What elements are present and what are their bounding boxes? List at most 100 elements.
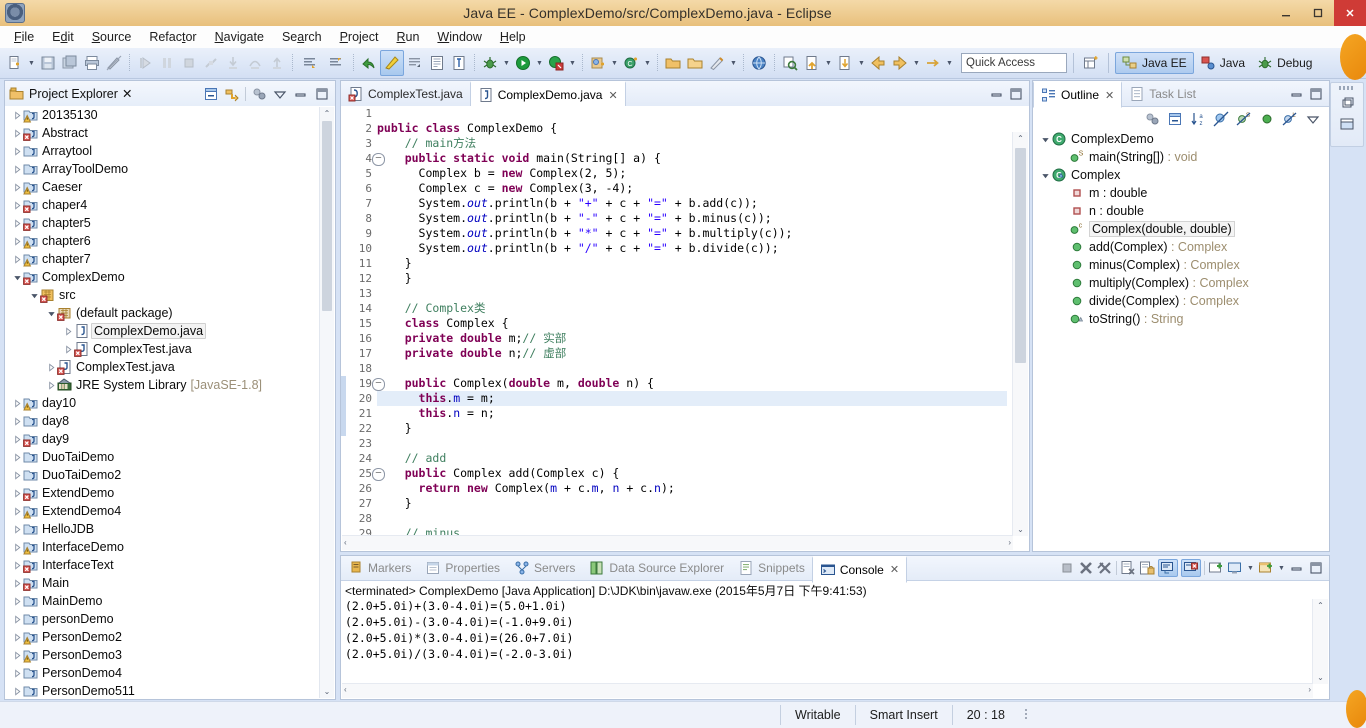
run-icon[interactable] <box>512 51 534 75</box>
code-line[interactable]: // main方法 <box>377 136 1007 151</box>
tree-item[interactable]: ComplexTest.java <box>5 358 335 376</box>
chevron-down-icon[interactable] <box>1041 171 1050 180</box>
outline-arrow[interactable] <box>1057 292 1069 310</box>
line-number[interactable]: 28 <box>341 511 377 526</box>
code-line[interactable]: } <box>377 421 1007 436</box>
code-line[interactable]: } <box>377 271 1007 286</box>
tree-item[interactable]: 20135130 <box>5 106 335 124</box>
toggle-java-editor-breadcrumb-icon[interactable] <box>380 50 404 76</box>
tab-outline[interactable]: Outline ✕ <box>1033 81 1123 108</box>
tree-arrow[interactable] <box>11 610 23 628</box>
outline-item[interactable]: divide(Complex) : Complex <box>1033 292 1329 310</box>
new-class-dropdown-arrow-icon[interactable]: ▼ <box>642 51 653 75</box>
tree-arrow[interactable] <box>11 592 23 610</box>
tree-item[interactable]: Main <box>5 574 335 592</box>
outline-arrow[interactable] <box>1057 184 1069 202</box>
tree-item[interactable]: DuoTaiDemo <box>5 448 335 466</box>
tree-item[interactable]: day8 <box>5 412 335 430</box>
next-annotation-icon[interactable] <box>297 51 323 75</box>
tree-item[interactable]: Arraytool <box>5 142 335 160</box>
chevron-right-icon[interactable] <box>13 182 22 192</box>
line-number[interactable]: 20 <box>341 391 377 406</box>
tree-arrow[interactable] <box>11 196 23 214</box>
chevron-right-icon[interactable] <box>13 146 22 156</box>
forward-nav-icon[interactable] <box>922 51 944 75</box>
chevron-right-icon[interactable] <box>13 596 22 606</box>
outline-item[interactable]: C Complex <box>1033 166 1329 184</box>
edit-icon[interactable] <box>706 51 728 75</box>
chevron-right-icon[interactable] <box>64 344 73 354</box>
remove-launch-icon[interactable] <box>1078 560 1094 576</box>
line-number[interactable]: 23 <box>341 436 377 451</box>
scroll-right-icon[interactable]: › <box>1008 538 1011 548</box>
tree-arrow[interactable] <box>11 538 23 556</box>
tree-item[interactable]: chapter5 <box>5 214 335 232</box>
code-area[interactable]: public class ComplexDemo { // main方法 pub… <box>377 106 1007 537</box>
line-number[interactable]: 21 <box>341 406 377 421</box>
hide-nonpublic-icon[interactable] <box>1259 111 1275 127</box>
scroll-left-icon[interactable]: ‹ <box>344 685 347 694</box>
debug-dropdown-arrow-icon[interactable]: ▼ <box>501 51 512 75</box>
code-line[interactable] <box>377 436 1007 451</box>
hide-static-icon[interactable]: S <box>1236 111 1252 127</box>
outline-item[interactable]: c Complex(double, double) <box>1033 220 1329 238</box>
menu-project[interactable]: Project <box>332 27 387 47</box>
chevron-right-icon[interactable] <box>47 362 56 372</box>
tree-arrow[interactable] <box>11 646 23 664</box>
tree-arrow[interactable] <box>45 358 57 376</box>
menu-refactor[interactable]: Refactor <box>141 27 204 47</box>
console-vertical-scrollbar[interactable]: ⌃ ⌄ <box>1312 599 1328 684</box>
tree-item[interactable]: day10 <box>5 394 335 412</box>
code-line[interactable]: public static void main(String[] a) { <box>377 151 1007 166</box>
tree-item[interactable]: ExtendDemo <box>5 484 335 502</box>
tree-item[interactable]: ExtendDemo4 <box>5 502 335 520</box>
line-number[interactable]: 11 <box>341 256 377 271</box>
open-console-dropdown-arrow-icon[interactable]: ▼ <box>1277 556 1286 580</box>
outline-item[interactable]: Smain(String[]) : void <box>1033 148 1329 166</box>
chevron-right-icon[interactable] <box>1059 153 1068 162</box>
tree-item[interactable]: PersonDemo2 <box>5 628 335 646</box>
code-line[interactable]: } <box>377 496 1007 511</box>
close-icon[interactable]: ✕ <box>890 563 899 576</box>
pin-console-icon[interactable] <box>1208 560 1224 576</box>
close-icon[interactable]: ✕ <box>1105 89 1114 102</box>
line-number[interactable]: 14 <box>341 301 377 316</box>
code-line[interactable]: // Complex类 <box>377 301 1007 316</box>
tree-arrow[interactable] <box>11 502 23 520</box>
code-line[interactable]: System.out.println(b + "+" + c + "=" + b… <box>377 196 1007 211</box>
scroll-up-icon[interactable]: ⌃ <box>1315 601 1326 610</box>
last-edit-location-icon[interactable] <box>358 51 380 75</box>
hide-fields-icon[interactable] <box>1213 111 1229 127</box>
line-number[interactable]: 2 <box>341 121 377 136</box>
code-line[interactable]: Complex c = new Complex(3, -4); <box>377 181 1007 196</box>
code-line[interactable]: // add <box>377 451 1007 466</box>
forward-icon[interactable] <box>889 51 911 75</box>
scroll-up-icon[interactable]: ⌃ <box>321 107 333 120</box>
maximize-icon[interactable] <box>1308 86 1324 102</box>
tab-servers[interactable]: Servers <box>507 556 582 580</box>
tab-console[interactable]: Console ✕ <box>811 555 908 583</box>
tree-arrow[interactable] <box>11 124 23 142</box>
show-console-on-error-icon[interactable] <box>1181 559 1201 577</box>
outline-arrow[interactable] <box>1057 220 1069 238</box>
outline-arrow[interactable] <box>1057 148 1069 166</box>
view-menu-icon[interactable] <box>272 86 288 102</box>
chevron-right-icon[interactable] <box>1059 225 1068 234</box>
chevron-right-icon[interactable] <box>13 542 22 552</box>
chevron-right-icon[interactable] <box>13 416 22 426</box>
focus-on-active-task-icon[interactable] <box>251 86 267 102</box>
scroll-up-icon[interactable]: ⌃ <box>1015 134 1026 143</box>
menu-run[interactable]: Run <box>388 27 427 47</box>
code-line[interactable]: System.out.println(b + "-" + c + "=" + b… <box>377 211 1007 226</box>
editor-horizontal-scrollbar[interactable]: ‹ › <box>342 535 1013 550</box>
chevron-right-icon[interactable] <box>13 452 22 462</box>
chevron-right-icon[interactable] <box>13 470 22 480</box>
outline-arrow[interactable] <box>1057 274 1069 292</box>
tab-properties[interactable]: Properties <box>418 556 507 580</box>
line-number[interactable]: 8 <box>341 211 377 226</box>
code-line[interactable]: System.out.println(b + "/" + c + "=" + b… <box>377 241 1007 256</box>
line-number[interactable]: 16 <box>341 331 377 346</box>
project-explorer-tab[interactable]: Project Explorer ✕ <box>9 86 132 102</box>
chevron-right-icon[interactable] <box>13 488 22 498</box>
outline-arrow[interactable] <box>1057 256 1069 274</box>
